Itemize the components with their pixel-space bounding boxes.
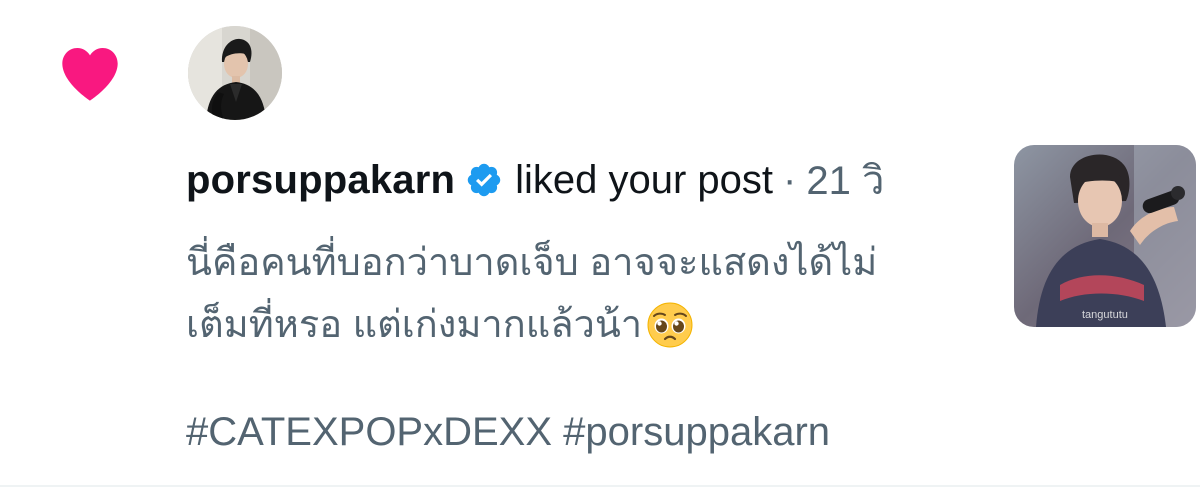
verified-badge-icon: [467, 163, 501, 197]
post-thumbnail[interactable]: tangututu: [1014, 145, 1196, 327]
notification-headline: porsuppakarn liked your post · 21 วิ: [186, 150, 884, 210]
timestamp[interactable]: 21 วิ: [806, 148, 884, 212]
heart-icon: [62, 47, 118, 101]
separator-dot: ·: [783, 157, 797, 202]
user-avatar[interactable]: [188, 26, 282, 120]
post-text-line1: นี่คือคนที่บอกว่าบาดเจ็บ อาจจะแสดงได้ไม่: [186, 242, 878, 284]
post-text-line: เต็มที่หรอ แต่เก่งมากแล้วน้า: [186, 294, 986, 356]
username-link[interactable]: porsuppakarn: [186, 158, 455, 203]
post-text-line: นี่คือคนที่บอกว่าบาดเจ็บ อาจจะแสดงได้ไม่: [186, 232, 986, 294]
like-notification[interactable]: porsuppakarn liked your post · 21 วิ นี่…: [0, 0, 1200, 487]
post-preview-text[interactable]: นี่คือคนที่บอกว่าบาดเจ็บ อาจจะแสดงได้ไม่…: [186, 232, 986, 356]
post-hashtags[interactable]: #CATEXPOPxDEXX #porsuppakarn: [186, 410, 830, 455]
action-text: liked your post: [515, 157, 774, 202]
post-text-line2: เต็มที่หรอ แต่เก่งมากแล้วน้า: [186, 304, 643, 346]
thumbnail-caption: tangututu: [1082, 309, 1128, 321]
pleading-face-emoji: [647, 302, 693, 348]
